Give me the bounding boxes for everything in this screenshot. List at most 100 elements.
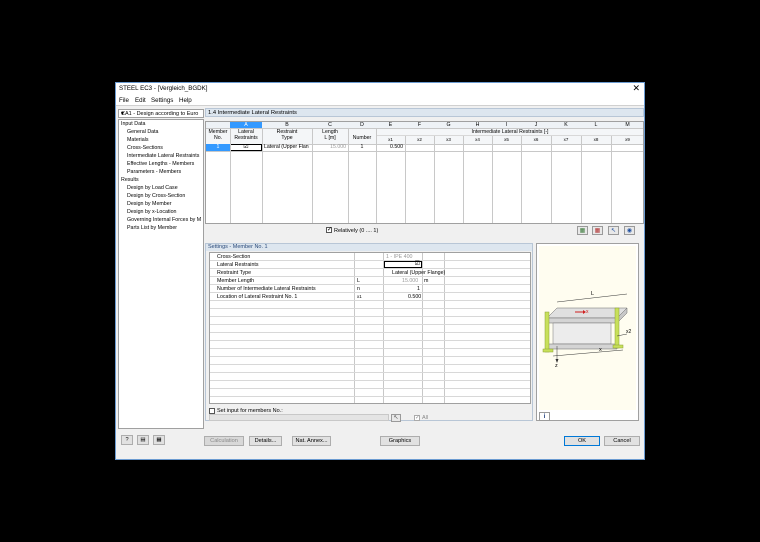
nat-annex-button[interactable]: Nat. Annex...	[292, 436, 331, 446]
col-letter-a[interactable]: A	[230, 122, 262, 128]
cancel-button[interactable]: Cancel	[604, 436, 640, 446]
settings-row-cross-section[interactable]: Cross-Section 1 - IPE 400	[210, 253, 530, 261]
row-label: Location of Lateral Restraint No. 1	[217, 294, 298, 300]
cell-length: 15.000	[330, 144, 346, 150]
header-x3: x3	[446, 137, 451, 142]
window-title: STEEL EC3 - [Vergleich_BGDK]	[119, 85, 208, 92]
header-x4: x4	[475, 137, 480, 142]
nav-item-parameters-members[interactable]: Parameters - Members	[127, 169, 181, 175]
col-letter-b[interactable]: B	[262, 122, 312, 128]
settings-row-lateral-restraints[interactable]: Lateral Restraints ☑	[210, 261, 530, 269]
close-icon[interactable]: ✕	[632, 83, 640, 94]
menu-help[interactable]: Help	[179, 97, 192, 104]
col-letter-j[interactable]: J	[521, 122, 551, 128]
lateral-restraints-checkbox[interactable]: ☑	[384, 261, 422, 268]
settings-row-location[interactable]: Location of Lateral Restraint No. 1 x1 0…	[210, 293, 530, 301]
row-value[interactable]: Lateral (Upper Flange)	[392, 270, 445, 276]
nav-item-effective-lengths[interactable]: Effective Lengths - Members	[127, 161, 194, 167]
menu-settings[interactable]: Settings	[151, 97, 173, 104]
title-bar: STEEL EC3 - [Vergleich_BGDK] ✕	[116, 83, 644, 95]
menu-bar: File Edit Settings Help	[116, 95, 644, 105]
calculation-button[interactable]: Calculation	[204, 436, 244, 446]
section-title-bar: 1.4 Intermediate Lateral Restraints	[205, 108, 644, 117]
col-letter-e[interactable]: E	[376, 122, 405, 128]
cell-member-no[interactable]: 1	[206, 144, 230, 151]
export-icon[interactable]: ▦	[592, 226, 603, 235]
members-input[interactable]	[209, 414, 389, 421]
cell-x1[interactable]: 0.500	[376, 144, 405, 150]
row-label: Member Length	[217, 278, 255, 284]
col-letter-f[interactable]: F	[405, 122, 434, 128]
relatively-checkbox[interactable]: ✓	[326, 227, 332, 233]
select-members-icon[interactable]: ↖	[391, 414, 401, 422]
col-letter-l[interactable]: L	[581, 122, 611, 128]
cell-number[interactable]: 1	[348, 144, 376, 150]
col-letter-h[interactable]: H	[463, 122, 492, 128]
row-value: 1 - IPE 400	[386, 254, 413, 260]
col-letter-g[interactable]: G	[434, 122, 463, 128]
nav-item-intermediate-lateral-restraints[interactable]: Intermediate Lateral Restraints	[127, 153, 199, 159]
section-title: 1.4 Intermediate Lateral Restraints	[208, 110, 297, 116]
ok-button[interactable]: OK	[564, 436, 600, 446]
cell-restraint-type[interactable]: Lateral (Upper Flan	[263, 144, 312, 150]
beam-illustration: L x x z x2	[539, 246, 636, 410]
settings-row-number[interactable]: Number of Intermediate Lateral Restraint…	[210, 285, 530, 293]
row-label: Lateral Restraints	[217, 262, 259, 268]
header-x6: x6	[533, 137, 539, 142]
nav-item-governing-internal-forces[interactable]: Governing Internal Forces by M	[127, 217, 201, 223]
label-L: L	[591, 291, 595, 297]
navigator-tree: Input Data General Data Materials Cross-…	[118, 119, 204, 429]
label-z: z	[555, 363, 558, 369]
menu-divider	[116, 105, 644, 106]
case-selector[interactable]: CA1 - Design according to Euro ▾	[118, 109, 204, 118]
header-lateral-restraints: Lateral Restraints	[234, 129, 258, 141]
view-icon[interactable]: ◉	[624, 226, 635, 235]
all-checkbox[interactable]: ✓	[414, 415, 420, 421]
chevron-down-icon[interactable]: ▾	[121, 110, 202, 117]
table-row[interactable]: 1 ☑ Lateral (Upper Flan 15.000 1 0.500	[206, 144, 643, 151]
nav-item-materials[interactable]: Materials	[127, 137, 149, 143]
beam-preview: L x x z x2 i	[536, 243, 639, 421]
col-letter-m[interactable]: M	[611, 122, 643, 128]
report-icon[interactable]: ▤	[137, 435, 149, 445]
label-xi: x	[599, 347, 602, 353]
nav-item-general-data[interactable]: General Data	[127, 129, 159, 135]
nav-item-cross-sections[interactable]: Cross-Sections	[127, 145, 163, 151]
help-icon[interactable]: ?	[121, 435, 133, 445]
col-letter-c[interactable]: C	[312, 122, 348, 128]
row-symbol: L	[357, 278, 360, 284]
details-button[interactable]: Details...	[249, 436, 282, 446]
nav-item-design-by-member[interactable]: Design by Member	[127, 201, 171, 207]
row-value: 15.000	[402, 278, 419, 284]
row-symbol: n	[357, 286, 360, 292]
cell-lateral-checkbox[interactable]: ☑	[230, 144, 262, 151]
nav-item-design-by-cross-section[interactable]: Design by Cross-Section	[127, 193, 185, 199]
info-icon[interactable]: i	[539, 412, 550, 421]
row-symbol: x1	[357, 294, 362, 299]
row-value[interactable]: 0.500	[408, 294, 421, 300]
import-icon[interactable]: ▦	[577, 226, 588, 235]
col-letter-d[interactable]: D	[348, 122, 376, 128]
menu-edit[interactable]: Edit	[135, 97, 146, 104]
header-length: Length L [m]	[322, 129, 338, 141]
col-letter-k[interactable]: K	[551, 122, 581, 128]
settings-row-member-length[interactable]: Member Length L 15.000 m	[210, 277, 530, 285]
row-value[interactable]: 1	[417, 286, 420, 292]
select-member-icon[interactable]: ↖	[608, 226, 619, 235]
row-label: Number of Intermediate Lateral Restraint…	[217, 286, 316, 292]
label-x2: x2	[626, 329, 632, 335]
graphics-button[interactable]: Graphics	[380, 436, 420, 446]
col-letter-i[interactable]: I	[492, 122, 521, 128]
table-icon[interactable]: ▦	[153, 435, 165, 445]
nav-item-parts-list[interactable]: Parts List by Member	[127, 225, 177, 231]
nav-header-input[interactable]: Input Data	[121, 121, 145, 127]
nav-header-results[interactable]: Results	[121, 177, 139, 183]
nav-item-design-by-load-case[interactable]: Design by Load Case	[127, 185, 178, 191]
relatively-label: Relatively (0 .... 1)	[334, 228, 379, 234]
settings-row-restraint-type[interactable]: Restraint Type Lateral (Upper Flange)	[210, 269, 530, 277]
nav-item-design-by-x-location[interactable]: Design by x-Location	[127, 209, 176, 215]
menu-file[interactable]: File	[119, 97, 129, 104]
restraints-table: A B C D E F G H I J K L M Member No. Lat…	[205, 121, 644, 224]
row-label: Cross-Section	[217, 254, 251, 260]
header-x7: x7	[563, 137, 569, 142]
